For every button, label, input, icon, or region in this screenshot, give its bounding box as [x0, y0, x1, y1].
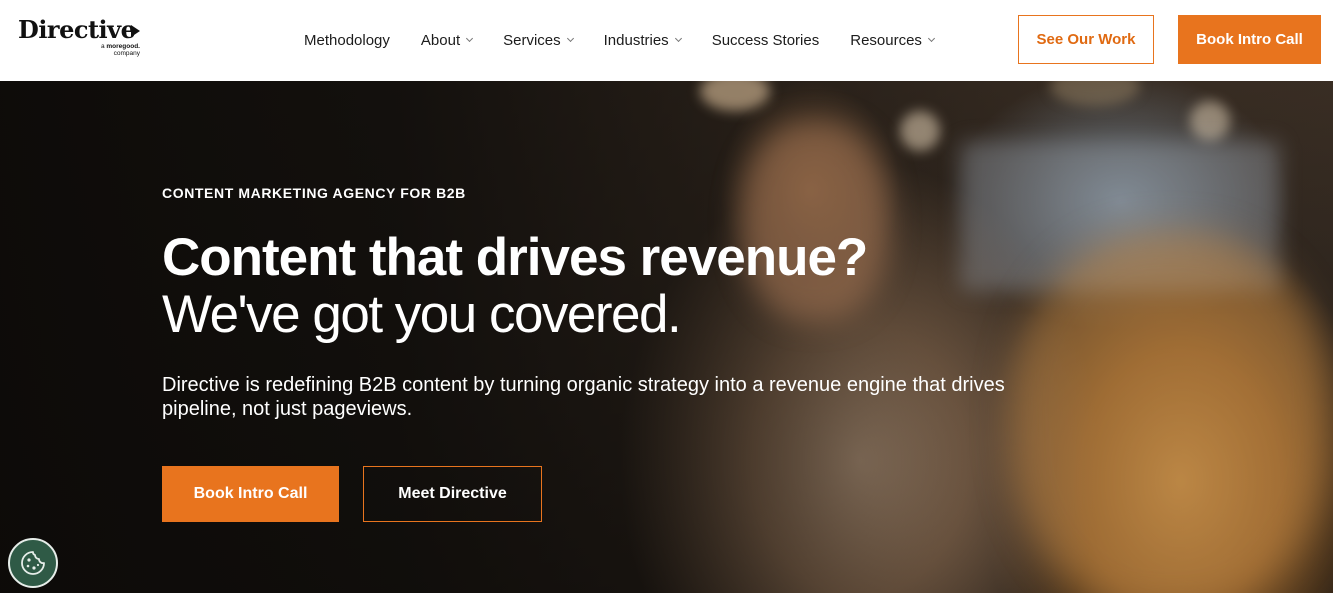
- background-light: [1190, 101, 1230, 141]
- nav-item-label: Success Stories: [711, 32, 820, 49]
- background-light: [900, 111, 940, 151]
- chevron-down-icon: [466, 34, 474, 43]
- hero-section: CONTENT MARKETING AGENCY FOR B2B Content…: [0, 81, 1333, 593]
- cookie-settings-button[interactable]: [8, 538, 58, 588]
- nav-item-label: Methodology: [304, 32, 390, 49]
- site-header: Directive a moregood. company Methodolog…: [0, 0, 1333, 81]
- nav-item-success-stories[interactable]: Success Stories: [712, 0, 820, 81]
- hero-title-line-2: We've got you covered.: [162, 285, 682, 344]
- logo-tagline-prefix: a: [100, 43, 105, 50]
- logo-tagline: a moregood. company: [80, 43, 140, 57]
- book-intro-call-header-button[interactable]: Book Intro Call: [1178, 15, 1321, 64]
- background-person: [1010, 231, 1330, 593]
- logo-tagline-brand: moregood.: [106, 43, 140, 50]
- hero-eyebrow: CONTENT MARKETING AGENCY FOR B2B: [162, 185, 466, 201]
- background-light: [1050, 81, 1140, 106]
- nav-item-label: Services: [503, 32, 561, 49]
- book-intro-call-hero-button[interactable]: Book Intro Call: [162, 466, 339, 522]
- nav-item-methodology[interactable]: Methodology: [304, 0, 390, 81]
- hero-description: Directive is redefining B2B content by t…: [162, 374, 1005, 420]
- nav-item-services[interactable]: Services: [503, 0, 574, 81]
- nav-item-label: Resources: [850, 32, 922, 49]
- nav-item-resources[interactable]: Resources: [850, 0, 935, 81]
- directive-logo[interactable]: Directive a moregood. company: [18, 15, 140, 60]
- chevron-down-icon: [566, 34, 574, 43]
- chevron-down-icon: [927, 34, 935, 43]
- logo-tagline-suffix: company: [113, 50, 140, 57]
- logo-arrow-icon: [131, 25, 140, 37]
- nav-item-label: About: [420, 32, 461, 49]
- chevron-down-icon: [674, 34, 682, 43]
- main-nav: Methodology About Services Industries Su…: [304, 0, 965, 81]
- hero-title-line-1: Content that drives revenue?: [162, 228, 868, 287]
- logo-wordmark: Directive: [18, 15, 136, 44]
- nav-item-label: Industries: [603, 32, 669, 49]
- cookie-icon: [21, 551, 45, 575]
- nav-item-about[interactable]: About: [420, 0, 474, 81]
- nav-item-industries[interactable]: Industries: [603, 0, 682, 81]
- background-light: [700, 81, 770, 111]
- see-our-work-button[interactable]: See Our Work: [1018, 15, 1154, 64]
- meet-directive-button[interactable]: Meet Directive: [363, 466, 542, 522]
